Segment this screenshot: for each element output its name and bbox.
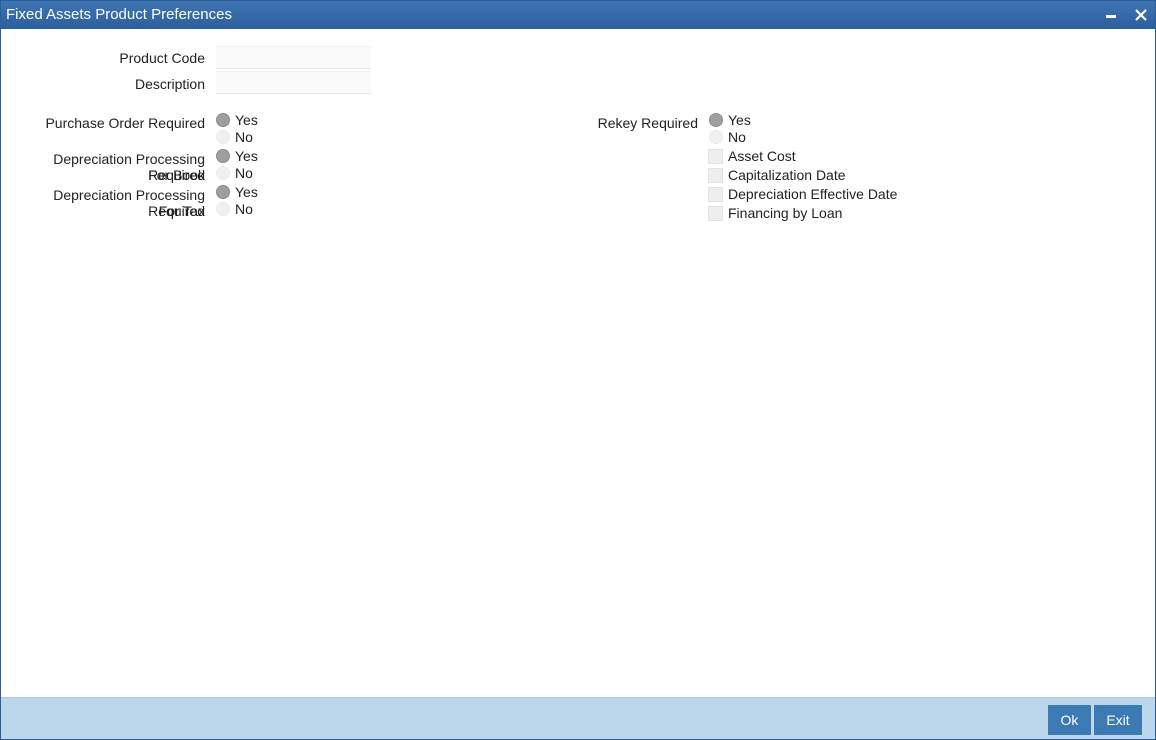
purchase-order-no-label: No — [235, 129, 253, 145]
depreciation-tax-yes-radio[interactable] — [216, 185, 230, 199]
rekey-yes-label: Yes — [728, 112, 751, 128]
depreciation-book-no-label: No — [235, 165, 253, 181]
asset-cost-label: Asset Cost — [728, 148, 796, 164]
rekey-no-radio[interactable] — [709, 130, 723, 144]
exit-button[interactable]: Exit — [1094, 705, 1142, 735]
financing-by-loan-label: Financing by Loan — [728, 205, 843, 221]
depreciation-tax-no-radio[interactable] — [216, 202, 230, 216]
depreciation-book-label-line2: For Book — [148, 167, 205, 183]
product-code-label: Product Code — [119, 50, 205, 66]
purchase-order-yes-label: Yes — [235, 112, 258, 128]
dialog-window: Fixed Assets Product Preferences Product… — [0, 0, 1156, 740]
depreciation-tax-yes-label: Yes — [235, 184, 258, 200]
capitalization-date-checkbox[interactable] — [708, 168, 723, 183]
depreciation-effective-date-label: Depreciation Effective Date — [728, 186, 898, 202]
minimize-icon[interactable] — [1101, 5, 1121, 25]
depreciation-book-no-radio[interactable] — [216, 166, 230, 180]
description-field[interactable] — [216, 71, 371, 94]
footer-bar: Ok Exit — [1, 697, 1155, 739]
capitalization-date-label: Capitalization Date — [728, 167, 846, 183]
depreciation-book-yes-label: Yes — [235, 148, 258, 164]
purchase-order-label: Purchase Order Required — [45, 115, 205, 131]
depreciation-tax-label-line2: For Tax — [158, 203, 205, 219]
depreciation-book-yes-radio[interactable] — [216, 149, 230, 163]
rekey-label: Rekey Required — [597, 115, 698, 131]
asset-cost-checkbox[interactable] — [708, 149, 723, 164]
depreciation-effective-date-checkbox[interactable] — [708, 187, 723, 202]
ok-button[interactable]: Ok — [1048, 705, 1091, 735]
title-bar: Fixed Assets Product Preferences — [1, 1, 1155, 29]
purchase-order-no-radio[interactable] — [216, 130, 230, 144]
depreciation-tax-no-label: No — [235, 201, 253, 217]
rekey-yes-radio[interactable] — [709, 113, 723, 127]
financing-by-loan-checkbox[interactable] — [708, 206, 723, 221]
rekey-no-label: No — [728, 129, 746, 145]
purchase-order-yes-radio[interactable] — [216, 113, 230, 127]
close-icon[interactable] — [1131, 5, 1151, 25]
description-label: Description — [134, 76, 205, 92]
product-code-field[interactable] — [216, 46, 371, 69]
window-title: Fixed Assets Product Preferences — [6, 6, 232, 23]
